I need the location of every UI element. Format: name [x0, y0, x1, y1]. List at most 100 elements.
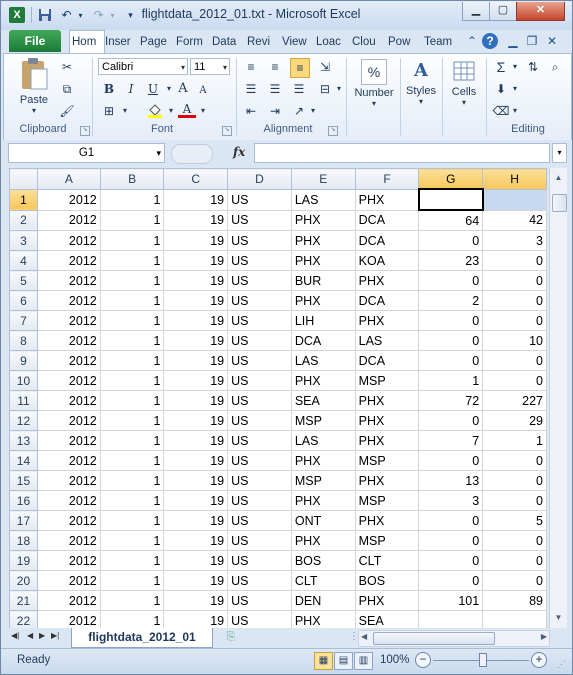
cell-d13[interactable]: US	[227, 430, 292, 451]
cell-c14[interactable]: 19	[163, 450, 229, 471]
cell-e11[interactable]: SEA	[290, 390, 356, 411]
cell-h2[interactable]: 42	[482, 209, 547, 231]
cell-g8[interactable]: 0	[418, 330, 484, 351]
tab-insert[interactable]: Inser	[103, 32, 137, 52]
row-header[interactable]: 9	[9, 350, 38, 371]
align-top-icon[interactable]: ≡	[242, 58, 260, 76]
cell-e12[interactable]: MSP	[290, 410, 356, 431]
find-select-icon[interactable]: ⌕	[546, 58, 564, 76]
cell-b18[interactable]: 1	[99, 530, 165, 551]
clear-dropdown-icon[interactable]: ▾	[506, 102, 524, 120]
cell-c6[interactable]: 19	[163, 290, 229, 311]
cell-f2[interactable]: DCA	[354, 209, 420, 231]
vertical-scrollbar[interactable]: ▲ ▼	[549, 168, 567, 628]
tab-view[interactable]: View	[280, 32, 314, 52]
file-tab[interactable]: File	[9, 30, 61, 52]
page-break-view-icon[interactable]: ▥	[354, 652, 373, 670]
wrap-text-icon[interactable]: ⇲	[316, 58, 334, 76]
row-header[interactable]: 14	[9, 450, 38, 471]
cell-e17[interactable]: ONT	[290, 510, 356, 531]
cell-d5[interactable]: US	[227, 270, 292, 291]
cell-h3[interactable]: 3	[482, 230, 547, 251]
prev-sheet-icon[interactable]: ◀	[27, 631, 33, 640]
scroll-right-icon[interactable]: ▶	[541, 632, 547, 641]
cell-d11[interactable]: US	[227, 390, 292, 411]
cell-a3[interactable]: 2012	[36, 230, 101, 251]
cell-a13[interactable]: 2012	[36, 430, 101, 451]
cell-g15[interactable]: 13	[418, 470, 484, 491]
tab-formulas[interactable]: Form	[174, 32, 208, 52]
cell-b22[interactable]: 1	[99, 610, 165, 628]
cell-g13[interactable]: 7	[418, 430, 484, 451]
copy-icon[interactable]: ⧉	[58, 80, 76, 98]
cell-a10[interactable]: 2012	[36, 370, 101, 391]
cell-c20[interactable]: 19	[163, 570, 229, 591]
cell-g1[interactable]	[417, 188, 484, 211]
cell-g6[interactable]: 2	[418, 290, 484, 311]
cell-a17[interactable]: 2012	[36, 510, 101, 531]
cell-g7[interactable]: 0	[418, 310, 484, 331]
cell-a19[interactable]: 2012	[36, 550, 101, 571]
column-header-f[interactable]: F	[354, 168, 420, 190]
zoom-slider-thumb[interactable]	[479, 653, 487, 667]
cell-a5[interactable]: 2012	[36, 270, 101, 291]
cell-e15[interactable]: MSP	[290, 470, 356, 491]
cell-f1[interactable]: PHX	[354, 188, 420, 211]
resize-grip-icon[interactable]: ⋰	[557, 659, 566, 670]
cell-c9[interactable]: 19	[163, 350, 229, 371]
cell-b12[interactable]: 1	[99, 410, 165, 431]
cell-e6[interactable]: PHX	[290, 290, 356, 311]
cell-f9[interactable]: DCA	[354, 350, 420, 371]
first-sheet-icon[interactable]: ◀|	[11, 631, 19, 640]
cell-g2[interactable]: 64	[418, 209, 484, 231]
grow-font-button[interactable]: A	[174, 80, 192, 98]
cell-d17[interactable]: US	[227, 510, 292, 531]
normal-view-icon[interactable]: ▦	[314, 652, 333, 670]
cell-h12[interactable]: 29	[482, 410, 547, 431]
doc-minimize-icon[interactable]: ▁	[505, 33, 521, 49]
scroll-down-icon[interactable]: ▼	[551, 610, 566, 625]
tab-cloud[interactable]: Clou	[350, 32, 384, 52]
cell-h10[interactable]: 0	[482, 370, 547, 391]
cell-g4[interactable]: 23	[418, 250, 484, 271]
cell-e8[interactable]: DCA	[290, 330, 356, 351]
cell-e13[interactable]: LAS	[290, 430, 356, 451]
row-header[interactable]: 19	[9, 550, 38, 571]
cell-d19[interactable]: US	[227, 550, 292, 571]
cell-c10[interactable]: 19	[163, 370, 229, 391]
cell-e4[interactable]: PHX	[290, 250, 356, 271]
cell-h16[interactable]: 0	[482, 490, 547, 511]
tab-load-test[interactable]: Loac	[314, 32, 348, 52]
cell-a9[interactable]: 2012	[36, 350, 101, 371]
cell-e20[interactable]: CLT	[290, 570, 356, 591]
cell-e19[interactable]: BOS	[290, 550, 356, 571]
cell-g9[interactable]: 0	[418, 350, 484, 371]
tab-power[interactable]: Pow	[386, 32, 420, 52]
cell-h5[interactable]: 0	[482, 270, 547, 291]
cell-c4[interactable]: 19	[163, 250, 229, 271]
select-all-corner[interactable]	[9, 168, 38, 190]
cell-g18[interactable]: 0	[418, 530, 484, 551]
cell-b4[interactable]: 1	[99, 250, 165, 271]
cell-g17[interactable]: 0	[418, 510, 484, 531]
decrease-indent-icon[interactable]: ⇤	[242, 102, 260, 120]
cell-c1[interactable]: 19	[163, 188, 229, 211]
minimize-button[interactable]: ▁	[462, 2, 490, 21]
minimize-ribbon-icon[interactable]: ⌃	[464, 33, 480, 49]
horizontal-scroll-thumb[interactable]	[373, 632, 495, 645]
row-header[interactable]: 4	[9, 250, 38, 271]
row-header[interactable]: 3	[9, 230, 38, 251]
cell-b11[interactable]: 1	[99, 390, 165, 411]
cell-d14[interactable]: US	[227, 450, 292, 471]
cell-c17[interactable]: 19	[163, 510, 229, 531]
row-header[interactable]: 10	[9, 370, 38, 391]
row-header[interactable]: 16	[9, 490, 38, 511]
cell-h4[interactable]: 0	[482, 250, 547, 271]
page-layout-view-icon[interactable]: ▤	[334, 652, 353, 670]
tab-page-layout[interactable]: Page	[138, 32, 172, 52]
cell-e14[interactable]: PHX	[290, 450, 356, 471]
clipboard-launcher-icon[interactable]: ↘	[80, 126, 90, 136]
cell-f5[interactable]: PHX	[354, 270, 420, 291]
cell-b3[interactable]: 1	[99, 230, 165, 251]
cell-c3[interactable]: 19	[163, 230, 229, 251]
